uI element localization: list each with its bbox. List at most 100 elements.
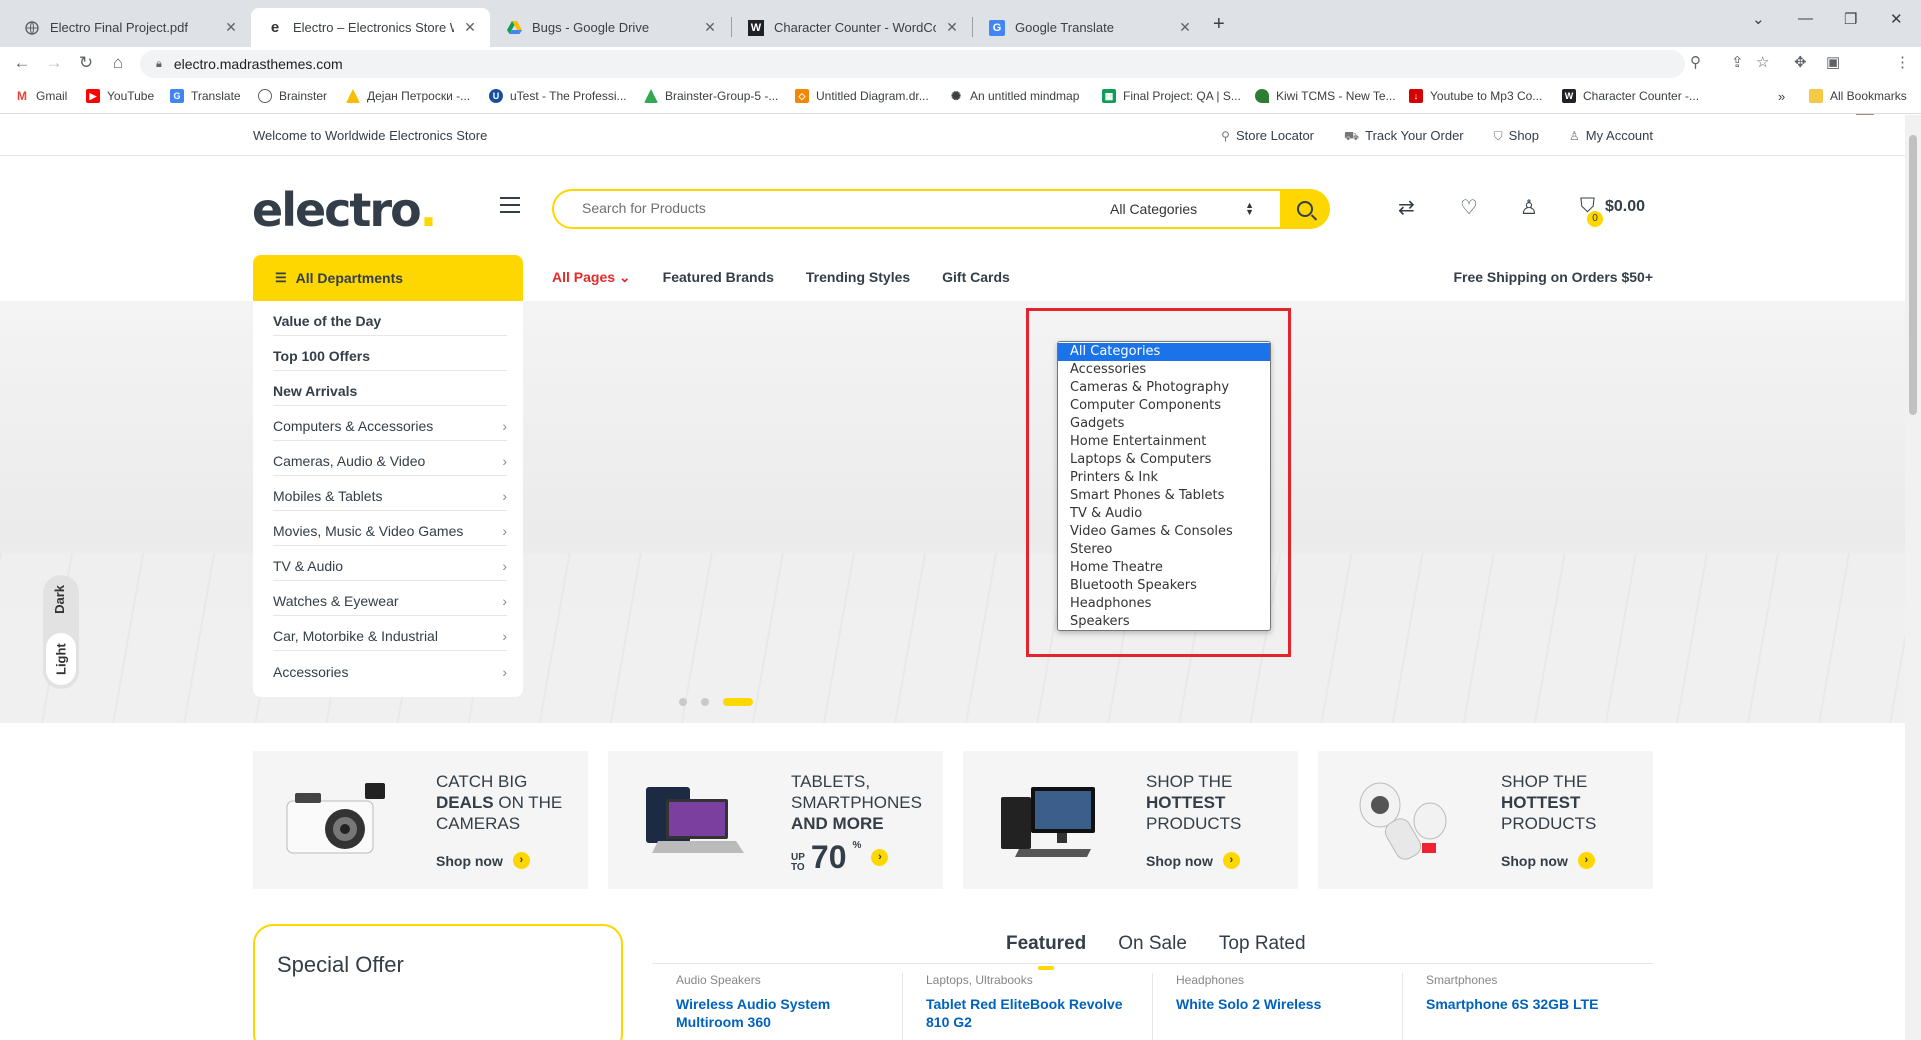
share-icon[interactable]: ⇪	[1731, 53, 1744, 71]
bookmark-kiwi[interactable]: Kiwi TCMS - New Te...	[1255, 89, 1396, 103]
shop-now-link[interactable]: Shop now ›	[1146, 852, 1240, 869]
product-title[interactable]: Wireless Audio System Multiroom 360	[676, 995, 882, 1031]
shop-now-link[interactable]: Shop now ›	[436, 852, 530, 869]
new-tab-plus-icon[interactable]: +	[1213, 13, 1225, 36]
tab-search-chevron-icon[interactable]: ⌄	[1752, 10, 1765, 28]
list-icon: ☰	[275, 270, 287, 285]
dept-item[interactable]: Watches & Eyewear ›	[273, 581, 507, 616]
product-card: Audio Speakers Wireless Audio System Mul…	[652, 973, 882, 1031]
category-select[interactable]: All Categories ▲ ▼	[1064, 193, 1266, 225]
address-bar[interactable]: 🔒︎ electro.madrasthemes.com	[140, 50, 1685, 78]
discount-badge[interactable]: UP TO 70 % ›	[791, 841, 889, 873]
bookmark-utest[interactable]: UuTest - The Professi...	[489, 89, 627, 103]
close-icon[interactable]: ✕	[1177, 19, 1193, 36]
product-category[interactable]: Audio Speakers	[676, 973, 882, 987]
hamburger-menu-icon[interactable]	[500, 197, 520, 213]
bookmark-gmail[interactable]: M Gmail	[15, 89, 67, 103]
bookmark-dejan[interactable]: Дејан Петроски -...	[346, 89, 470, 103]
theme-toggle[interactable]: Dark Light	[43, 575, 79, 689]
slider-dot-active[interactable]	[723, 698, 753, 706]
electro-logo[interactable]: electro.	[252, 183, 437, 237]
dept-item[interactable]: Mobiles & Tablets ›	[273, 476, 507, 511]
scrollbar-thumb[interactable]	[1909, 135, 1917, 415]
mini-cart[interactable]: ⛉ 0 $0.00	[1580, 195, 1645, 227]
nav-trending-styles[interactable]: Trending Styles	[806, 269, 910, 286]
page-scrollbar[interactable]	[1905, 115, 1921, 1040]
browser-tab-5[interactable]: G Google Translate ✕	[973, 8, 1205, 47]
wishlist-heart-icon[interactable]: ♡	[1460, 195, 1478, 220]
bookmark-diagram[interactable]: ◇ Untitled Diagram.dr...	[795, 89, 929, 103]
close-icon[interactable]: ✕	[462, 19, 478, 36]
browser-tab-2-active[interactable]: e Electro – Electronics Store WooC ✕	[251, 8, 490, 47]
theme-light-label[interactable]: Light	[46, 633, 76, 685]
dept-item[interactable]: Computers & Accessories ›	[273, 406, 507, 441]
product-category[interactable]: Smartphones	[1426, 973, 1632, 987]
search-input[interactable]	[582, 200, 1032, 216]
tab-top-rated[interactable]: Top Rated	[1219, 933, 1306, 955]
search-button[interactable]	[1280, 189, 1330, 229]
dept-item[interactable]: Top 100 Offers	[273, 336, 507, 371]
bookmark-brainster[interactable]: Brainster	[258, 89, 327, 103]
bookmark-youtube[interactable]: ▶ YouTube	[86, 89, 154, 103]
bookmarks-overflow-icon[interactable]: »	[1778, 89, 1785, 104]
side-panel-icon[interactable]: ▣	[1826, 53, 1840, 71]
nav-gift-cards[interactable]: Gift Cards	[942, 269, 1010, 286]
dept-item[interactable]: Car, Motorbike & Industrial ›	[273, 616, 507, 651]
bookmark-mindmap[interactable]: ✺ An untitled mindmap	[949, 89, 1079, 103]
dept-item[interactable]: Accessories ›	[273, 651, 507, 686]
bookmark-translate[interactable]: G Translate	[170, 89, 241, 103]
close-icon[interactable]: ✕	[223, 19, 239, 36]
star-bookmark-icon[interactable]: ☆	[1756, 53, 1769, 71]
all-departments-button[interactable]: ☰ All Departments	[253, 255, 523, 301]
product-category[interactable]: Headphones	[1176, 973, 1382, 987]
product-title[interactable]: Smartphone 6S 32GB LTE	[1426, 995, 1632, 1013]
shop-now-link[interactable]: Shop now ›	[1501, 852, 1595, 869]
dept-item[interactable]: New Arrivals	[273, 371, 507, 406]
bookmark-label: Дејан Петроски -...	[367, 89, 471, 103]
slider-dot[interactable]	[679, 698, 687, 706]
close-icon[interactable]: ✕	[702, 19, 718, 36]
more-menu-icon[interactable]: ⋮	[1895, 53, 1910, 71]
extensions-puzzle-icon[interactable]: ✥	[1794, 53, 1807, 71]
promo-banner-tablets[interactable]: TABLETS, SMARTPHONES AND MORE UP TO 70 % …	[608, 751, 943, 889]
bookmark-yt-mp3[interactable]: ↓ Youtube to Mp3 Co...	[1409, 89, 1542, 103]
close-icon[interactable]: ✕	[944, 19, 960, 36]
reload-icon[interactable]: ↻	[75, 53, 97, 73]
nav-featured-brands[interactable]: Featured Brands	[663, 269, 774, 286]
bookmark-final-project[interactable]: ▦ Final Project: QA | S...	[1102, 89, 1241, 103]
bookmark-brainster-group[interactable]: Brainster-Group-5 -...	[644, 89, 778, 103]
shop-link[interactable]: ⛉ Shop	[1494, 128, 1539, 145]
promo-banner-desktops[interactable]: SHOP THE HOTTEST PRODUCTS Shop now ›	[963, 751, 1298, 889]
browser-tab-4[interactable]: W Character Counter - WordCount ✕	[732, 8, 972, 47]
browser-tab-3[interactable]: Bugs - Google Drive ✕	[490, 8, 730, 47]
dept-item[interactable]: Cameras, Audio & Video ›	[273, 441, 507, 476]
forward-arrow-icon[interactable]: →	[43, 53, 65, 73]
home-icon[interactable]: ⌂	[107, 53, 129, 73]
window-close-icon[interactable]: ✕	[1890, 10, 1903, 28]
location-pin-icon[interactable]: ⚲	[1690, 53, 1701, 71]
dept-item[interactable]: TV & Audio ›	[273, 546, 507, 581]
product-title[interactable]: Tablet Red EliteBook Revolve 810 G2	[926, 995, 1132, 1031]
all-bookmarks[interactable]: All Bookmarks	[1809, 89, 1907, 103]
theme-dark-label[interactable]: Dark	[52, 585, 67, 614]
store-locator-link[interactable]: ⚲ Store Locator	[1221, 128, 1314, 145]
dept-item[interactable]: Movies, Music & Video Games ›	[273, 511, 507, 546]
my-account-link[interactable]: ♙ My Account	[1569, 128, 1653, 145]
restore-icon[interactable]: ❐	[1844, 10, 1857, 28]
browser-tab-1[interactable]: Electro Final Project.pdf ✕	[8, 8, 251, 47]
slider-dot[interactable]	[701, 698, 709, 706]
tab-on-sale[interactable]: On Sale	[1118, 933, 1187, 955]
track-order-link[interactable]: ⛟ Track Your Order	[1344, 128, 1464, 145]
dept-item[interactable]: Value of the Day	[273, 301, 507, 336]
minimize-icon[interactable]: —	[1798, 10, 1813, 27]
tab-featured[interactable]: Featured	[1006, 933, 1086, 955]
account-user-icon[interactable]: ♙	[1520, 195, 1538, 220]
product-title[interactable]: White Solo 2 Wireless	[1176, 995, 1382, 1013]
promo-banner-360-camera[interactable]: SHOP THE HOTTEST PRODUCTS Shop now ›	[1318, 751, 1653, 889]
promo-banner-cameras[interactable]: CATCH BIG DEALS ON THE CAMERAS Shop now ›	[253, 751, 588, 889]
nav-all-pages[interactable]: All Pages ⌄	[552, 269, 631, 286]
compare-icon[interactable]: ⇄	[1398, 195, 1415, 220]
back-arrow-icon[interactable]: ←	[11, 53, 33, 73]
bookmark-char-counter[interactable]: W Character Counter -...	[1562, 89, 1699, 103]
product-category[interactable]: Laptops, Ultrabooks	[926, 973, 1132, 987]
